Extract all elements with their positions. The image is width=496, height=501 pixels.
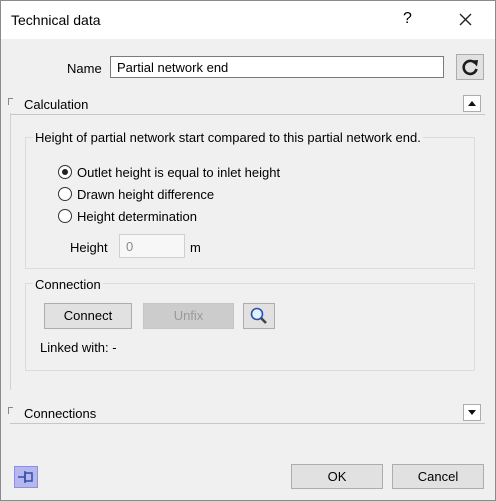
technical-data-dialog: Technical data ? Name Partial network en…	[0, 0, 496, 501]
expand-connections-button[interactable]	[463, 404, 481, 421]
cancel-button[interactable]: Cancel	[392, 464, 484, 489]
radio-height-determination[interactable]	[58, 209, 72, 223]
radio-label-height-determination: Height determination	[77, 209, 197, 224]
linked-with-label: Linked with: -	[40, 340, 117, 355]
unfix-button[interactable]: Unfix	[143, 303, 234, 329]
connections-header-label: Connections	[24, 406, 97, 421]
connections-section-header[interactable]: Connections	[8, 404, 485, 424]
refresh-icon	[462, 59, 478, 76]
magnifier-icon	[250, 307, 267, 324]
radio-label-outlet-equal-inlet: Outlet height is equal to inlet height	[77, 165, 281, 180]
pin-icon	[18, 471, 33, 483]
collapse-calculation-button[interactable]	[463, 95, 481, 112]
radio-drawn-height-difference[interactable]	[58, 187, 72, 201]
calculation-header-label: Calculation	[24, 97, 89, 112]
connect-button[interactable]: Connect	[44, 303, 132, 329]
radio-label-drawn-height-difference: Drawn height difference	[77, 187, 215, 202]
close-icon	[459, 13, 472, 26]
help-button[interactable]: ?	[403, 10, 412, 28]
refresh-button[interactable]	[456, 54, 484, 80]
pin-button[interactable]	[14, 466, 38, 488]
triangle-up-icon	[468, 101, 476, 106]
window-title: Technical data	[11, 12, 101, 28]
height-label: Height	[70, 240, 108, 255]
close-button[interactable]	[453, 7, 477, 31]
height-unit: m	[190, 240, 201, 255]
height-description: Height of partial network start compared…	[33, 130, 423, 145]
name-label: Name	[67, 61, 102, 76]
search-button[interactable]	[243, 303, 275, 329]
title-bar: Technical data ?	[1, 1, 495, 39]
height-input[interactable]: 0	[119, 234, 185, 258]
name-input[interactable]: Partial network end	[110, 56, 444, 78]
radio-outlet-equal-inlet[interactable]	[58, 165, 72, 179]
ok-button[interactable]: OK	[291, 464, 383, 489]
connection-group-title: Connection	[33, 277, 103, 292]
triangle-down-icon	[468, 410, 476, 415]
